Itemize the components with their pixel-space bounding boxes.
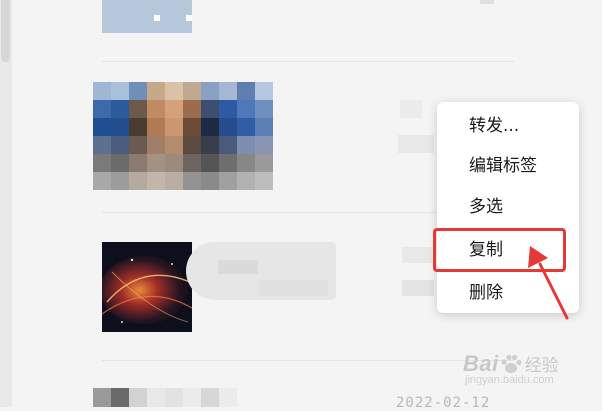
image-message-pixelated[interactable] — [93, 82, 273, 190]
blurred-text — [400, 100, 422, 118]
menu-item-multi-select[interactable]: 多选 — [469, 191, 503, 223]
left-scrollbar[interactable] — [0, 0, 12, 407]
message-timestamp: 2022-02-12 — [396, 395, 491, 411]
blurred-text — [402, 280, 434, 296]
paw-icon — [499, 353, 523, 375]
menu-item-forward[interactable]: 转发... — [469, 110, 519, 142]
watermark-brand-cn: 经验 — [524, 356, 559, 376]
scrollbar-thumb[interactable] — [1, 0, 10, 62]
blurred-text — [398, 135, 434, 153]
menu-item-delete[interactable]: 删除 — [469, 277, 503, 309]
baidu-watermark: Bai 经验 jingyan.baidu.com — [463, 351, 559, 386]
image-message-top[interactable] — [102, 0, 192, 33]
divider — [102, 360, 514, 361]
blurred-text — [480, 0, 494, 4]
blurred-text — [258, 280, 328, 296]
highlight-box — [433, 228, 566, 272]
watermark-url: jingyan.baidu.com — [465, 374, 554, 386]
divider — [102, 61, 514, 62]
blurred-text — [402, 247, 432, 263]
blurred-text — [218, 260, 258, 274]
context-menu: 转发... 编辑标签 多选 复制 删除 — [437, 102, 579, 313]
watermark-brand: Bai — [463, 351, 499, 376]
menu-item-edit-tags[interactable]: 编辑标签 — [469, 150, 537, 182]
image-message-bottom[interactable] — [93, 388, 273, 407]
image-message-space[interactable] — [102, 242, 192, 332]
